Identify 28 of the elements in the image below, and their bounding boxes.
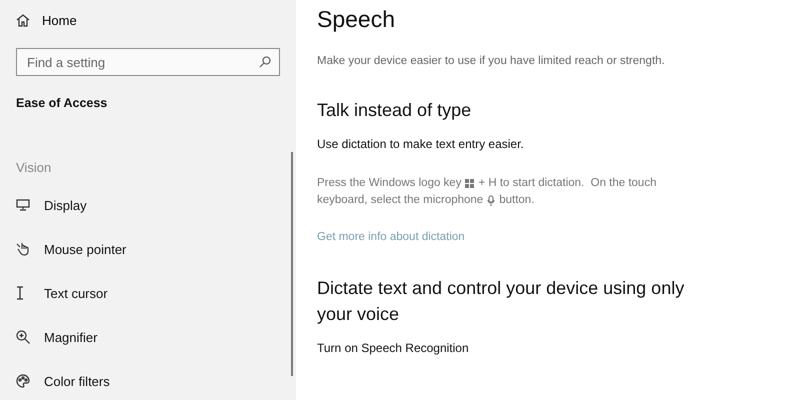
description-text: Turn on Speech Recognition	[317, 341, 470, 355]
search-field[interactable]: Find a setting	[16, 48, 280, 76]
nav-item[interactable]: Magnifier	[44, 330, 98, 344]
page-title: Speech	[317, 6, 396, 33]
group-label: Vision	[16, 160, 52, 175]
nav-item[interactable]: Text cursor	[44, 286, 108, 300]
section-heading: Dictate text and control your device using only your voice	[317, 277, 686, 326]
nav-item[interactable]: Color filters	[44, 374, 110, 388]
scrollbar[interactable]	[291, 152, 293, 376]
nav-item[interactable]: Display	[44, 198, 87, 212]
page-description: Make your device easier to use if you have limited reach or strength.	[317, 55, 666, 67]
instruction-text: Press the Windows logo key	[317, 176, 462, 191]
instruction-text: keyboard, select the microphone	[317, 193, 484, 208]
instruction-text: button.	[499, 193, 534, 208]
section-heading: Talk instead of type	[317, 99, 472, 122]
instruction-text: + H to start dictation. On the touch	[478, 176, 656, 191]
section-title: Ease of Access	[16, 96, 108, 110]
home-link[interactable]: Home	[42, 12, 77, 28]
zoom-in-icon	[16, 330, 30, 344]
description-text: Use dictation to make text entry easier.	[317, 137, 525, 151]
nav-item[interactable]: Mouse pointer	[44, 242, 126, 256]
windows-logo-icon	[465, 179, 474, 188]
home-icon	[16, 14, 30, 26]
palette-icon	[16, 374, 30, 388]
search-icon	[259, 56, 271, 68]
monitor-icon	[16, 199, 30, 211]
text-cursor-icon	[16, 286, 24, 300]
microphone-icon	[487, 194, 496, 206]
